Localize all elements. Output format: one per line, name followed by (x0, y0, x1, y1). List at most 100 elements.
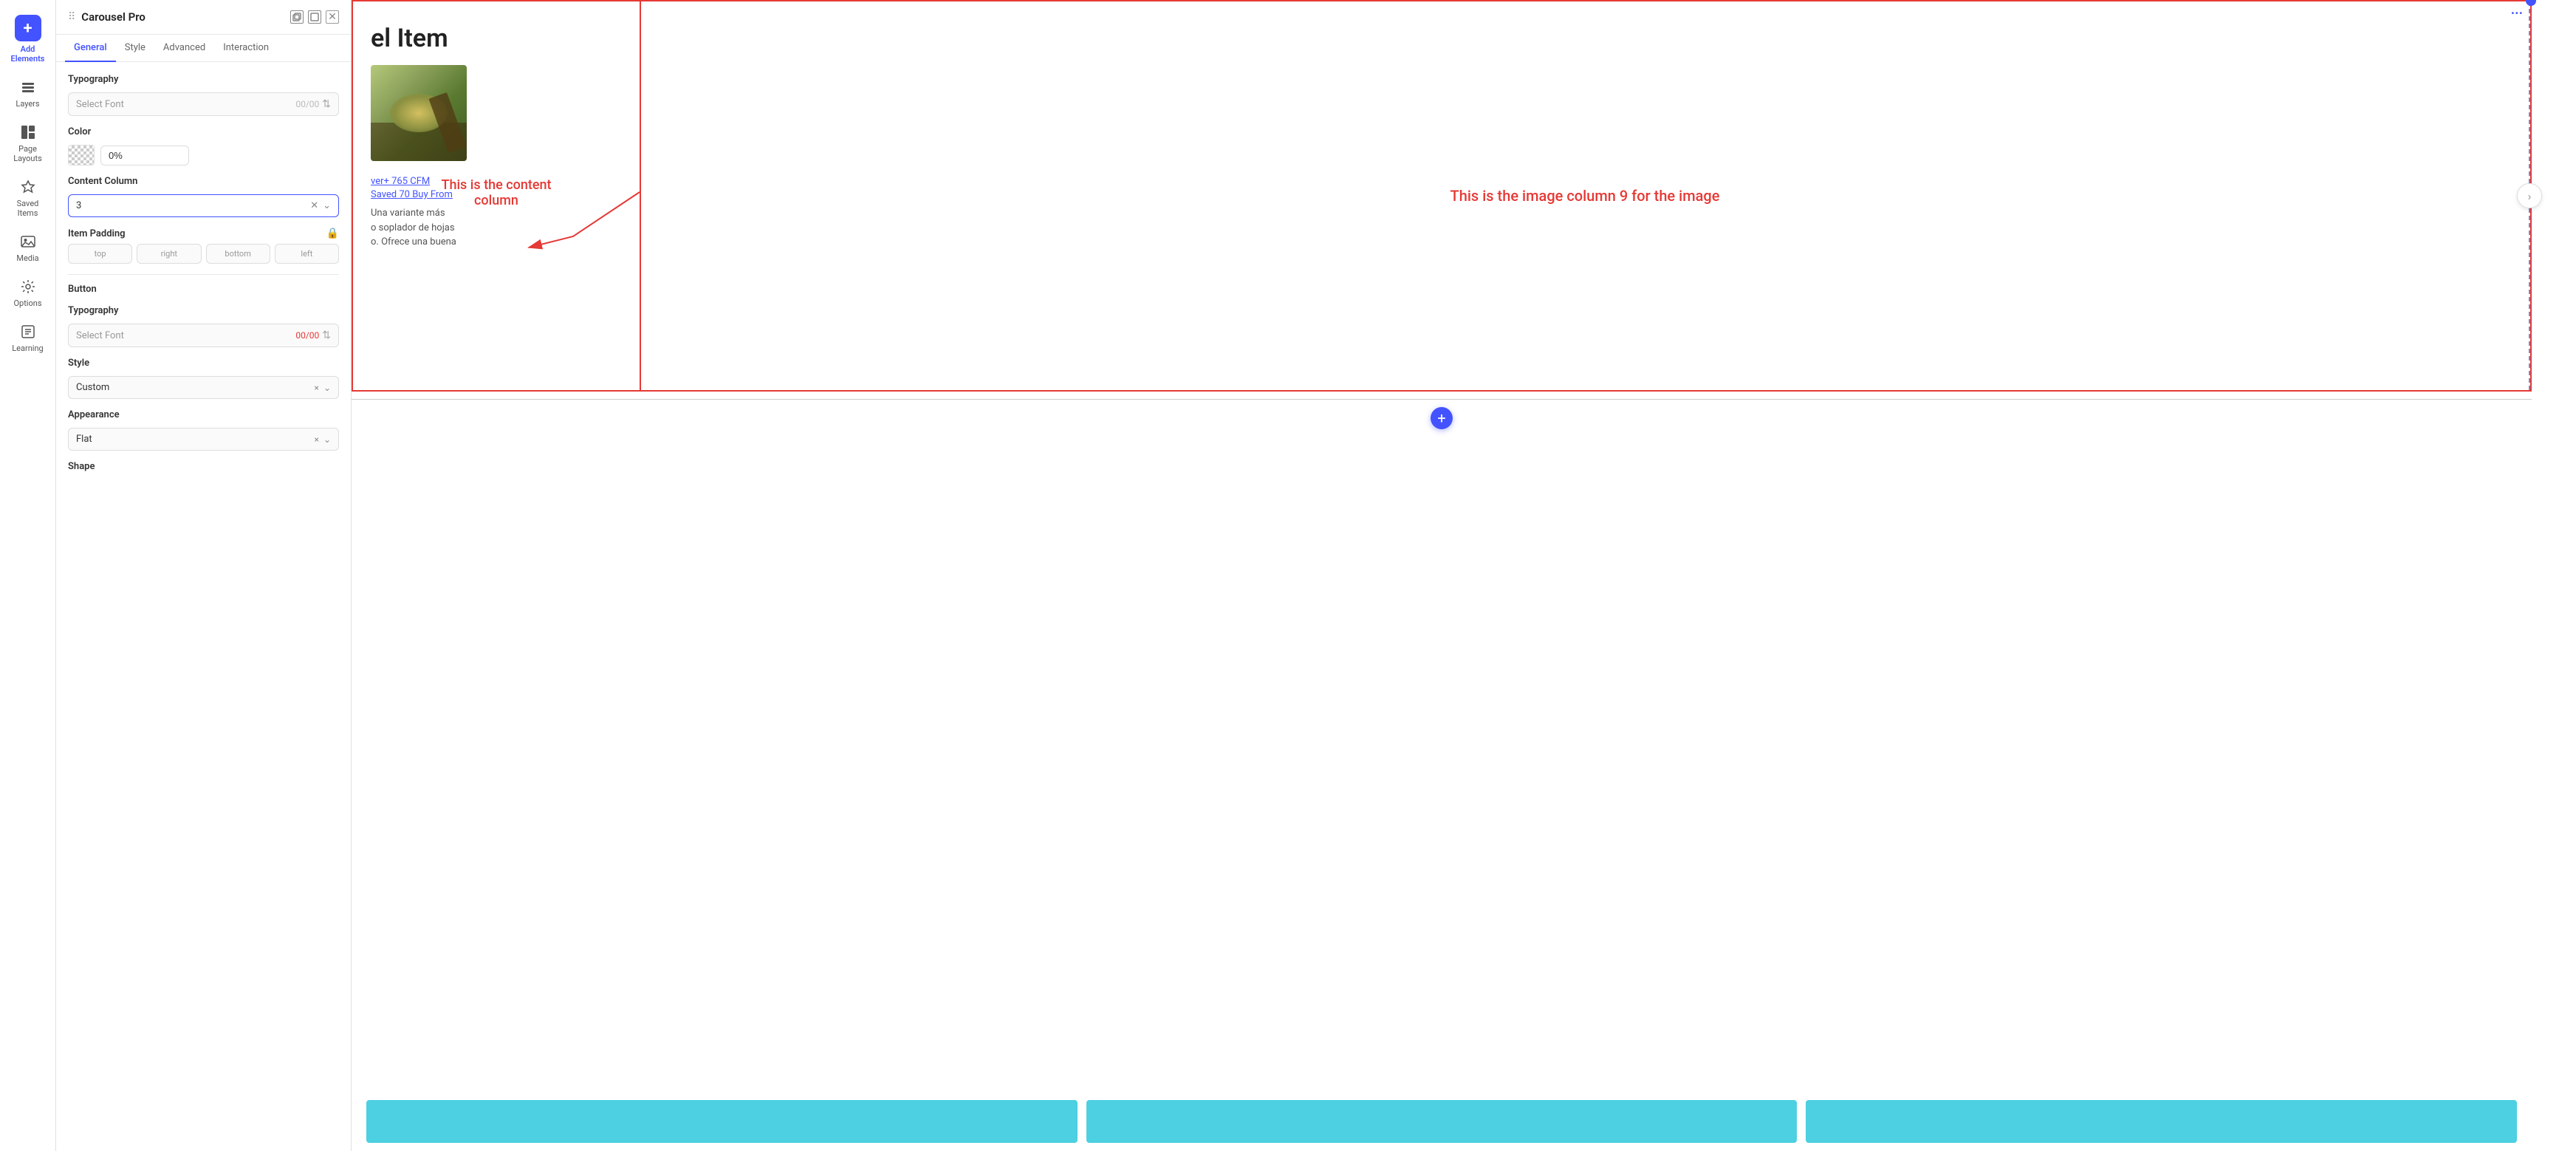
typography-label: Typography (68, 74, 339, 85)
clear-icon[interactable]: ✕ (310, 200, 318, 211)
image-col-annotation: This is the image column 9 for the image (1436, 172, 1735, 219)
appearance-select[interactable]: Flat × ⌄ (68, 428, 339, 451)
sidebar-item-page-layouts[interactable]: Page Layouts (6, 117, 50, 169)
window-close-button[interactable]: ✕ (326, 10, 339, 24)
appearance-clear-icon[interactable]: × (315, 434, 319, 445)
left-sidebar: + Add Elements Layers Page Layouts (0, 0, 56, 1151)
panel-header: ⠿ Carousel Pro ✕ (56, 0, 351, 35)
font-resize-icon: ⇅ (322, 98, 331, 110)
content-column-value: 3 (76, 200, 81, 211)
sidebar-item-layers[interactable]: Layers (6, 72, 50, 115)
carousel-item-title: el Item (371, 24, 622, 53)
content-column-label: Content Column (68, 176, 339, 187)
carousel-next-arrow[interactable]: › (2517, 183, 2542, 208)
layers-icon (19, 78, 37, 96)
opacity-input[interactable] (100, 146, 189, 165)
shape-label: Shape (68, 461, 339, 472)
add-section-bar: + (352, 399, 2532, 436)
button-font-resize-icon: ⇅ (322, 329, 331, 341)
carousel-pro-panel: ⠿ Carousel Pro ✕ General Style Advanced … (56, 0, 352, 1151)
panel-title: Carousel Pro (81, 10, 145, 24)
saved-items-icon (19, 178, 37, 196)
typography-section: Typography Select Font 00/00 ⇅ (68, 74, 339, 116)
panel-title-area: ⠿ Carousel Pro (68, 10, 145, 24)
teal-strip-2 (1086, 1100, 1798, 1143)
canvas-area: ··· el Item ver+ 765 CFM Saved 70 Buy Fr… (352, 0, 2576, 1151)
appearance-section: Appearance Flat × ⌄ (68, 409, 339, 451)
color-section: Color (68, 126, 339, 165)
content-column-input[interactable]: 3 ✕ ⌄ (68, 194, 339, 217)
padding-bottom-input[interactable]: bottom (206, 244, 270, 264)
item-padding-section: Item Padding 🔒 top right bottom left (68, 228, 339, 264)
tab-general[interactable]: General (65, 35, 116, 62)
drag-handle[interactable]: ⠿ (68, 11, 75, 23)
content-column: el Item ver+ 765 CFM Saved 70 Buy From U… (353, 1, 641, 390)
add-icon: + (15, 15, 41, 41)
product-links-area: ver+ 765 CFM Saved 70 Buy From (371, 176, 622, 200)
panel-content: Typography Select Font 00/00 ⇅ Color Con… (56, 62, 351, 1151)
learning-icon (19, 323, 37, 341)
appearance-value: Flat (76, 434, 92, 445)
sidebar-label-options: Options (13, 298, 41, 308)
color-swatch[interactable] (68, 145, 95, 165)
window-restore-button[interactable] (290, 10, 304, 24)
button-font-size-area: 00/00 ⇅ (295, 329, 331, 341)
teal-strips-area (352, 1092, 2532, 1151)
padding-top-input[interactable]: top (68, 244, 132, 264)
sidebar-label-page-layouts: Page Layouts (9, 144, 47, 163)
product-link-1[interactable]: ver+ 765 CFM (371, 176, 622, 187)
product-desc-area: Una variante más o soplador de hojas o. … (371, 206, 622, 250)
color-label: Color (68, 126, 339, 137)
tab-advanced[interactable]: Advanced (154, 35, 214, 62)
canvas-background: ··· el Item ver+ 765 CFM Saved 70 Buy Fr… (352, 0, 2576, 1151)
sidebar-item-options[interactable]: Options (6, 272, 50, 314)
sidebar-item-add-elements[interactable]: + Add Elements (6, 9, 50, 69)
font-select-row[interactable]: Select Font 00/00 ⇅ (68, 92, 339, 116)
style-select[interactable]: Custom × ⌄ (68, 376, 339, 399)
product-link-2[interactable]: Saved 70 Buy From (371, 189, 622, 200)
style-chevron-icon[interactable]: ⌄ (323, 383, 331, 393)
style-value: Custom (76, 382, 109, 393)
sidebar-label-layers: Layers (16, 99, 39, 109)
more-options-button[interactable]: ··· (2511, 6, 2523, 21)
button-typography-label: Typography (68, 305, 339, 316)
window-minimize-button[interactable] (308, 10, 321, 24)
style-controls: × ⌄ (315, 383, 331, 393)
page-layouts-icon (19, 123, 37, 141)
image-column: This is the image column 9 for the image… (641, 1, 2530, 390)
button-font-placeholder: Select Font (76, 330, 124, 341)
carousel-item-image (371, 65, 467, 161)
divider-1 (68, 274, 339, 275)
button-typography-section: Typography Select Font 00/00 ⇅ (68, 305, 339, 347)
button-font-size: 00/00 (295, 330, 319, 341)
padding-right-input[interactable]: right (137, 244, 201, 264)
add-section-button[interactable]: + (1431, 407, 1453, 429)
button-font-select-row[interactable]: Select Font 00/00 ⇅ (68, 324, 339, 347)
style-clear-icon[interactable]: × (315, 383, 319, 393)
chevron-down-icon[interactable]: ⌄ (323, 200, 331, 211)
panel-window-controls: ✕ (290, 10, 339, 24)
teal-strip-3 (1806, 1100, 2517, 1143)
appearance-controls: × ⌄ (315, 434, 331, 445)
sidebar-item-media[interactable]: Media (6, 227, 50, 269)
product-desc: Una variante más o soplador de hojas o. … (371, 206, 622, 250)
sidebar-item-learning[interactable]: Learning (6, 317, 50, 359)
appearance-label: Appearance (68, 409, 339, 420)
input-controls: ✕ ⌄ (310, 200, 331, 211)
options-icon (19, 278, 37, 296)
sidebar-item-saved-items[interactable]: Saved Items (6, 172, 50, 224)
padding-row: top right bottom left (68, 244, 339, 264)
font-size-area: 00/00 ⇅ (295, 98, 331, 110)
tab-style[interactable]: Style (116, 35, 154, 62)
padding-left-input[interactable]: left (275, 244, 339, 264)
item-padding-label: Item Padding (68, 228, 126, 239)
appearance-chevron-icon[interactable]: ⌄ (323, 434, 331, 445)
font-size-value: 00/00 (295, 99, 319, 109)
style-label: Style (68, 358, 339, 369)
button-label: Button (68, 284, 339, 295)
lock-icon[interactable]: 🔒 (326, 228, 339, 239)
font-select-placeholder: Select Font (76, 99, 124, 110)
tab-interaction[interactable]: Interaction (214, 35, 278, 62)
carousel-wrapper: ··· el Item ver+ 765 CFM Saved 70 Buy Fr… (352, 0, 2532, 392)
shape-section: Shape (68, 461, 339, 472)
